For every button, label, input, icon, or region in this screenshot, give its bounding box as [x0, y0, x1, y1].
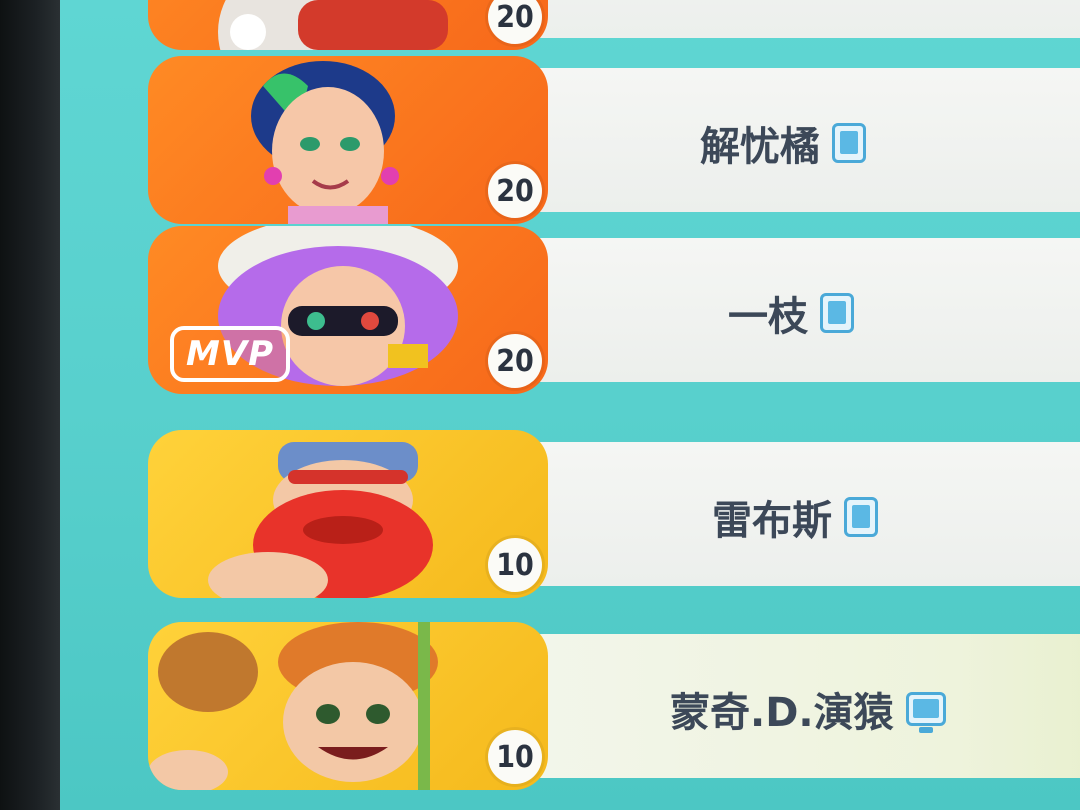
- player-name-text: 雷布斯: [712, 498, 832, 544]
- player-name-text: 一枝: [728, 294, 808, 340]
- level-badge: 10: [488, 538, 542, 592]
- player-row[interactable]: 20 执念 34: [60, 0, 1080, 50]
- player-name: 雷布斯: [712, 488, 878, 546]
- mvp-badge: MVP: [170, 326, 291, 382]
- player-row[interactable]: 10 蒙奇.D.演猿: [60, 622, 1080, 790]
- hero-avatar[interactable]: MVP 20: [148, 226, 548, 394]
- player-card: [480, 0, 1080, 38]
- phone-icon: [844, 497, 878, 537]
- player-name-text: 解忧橘: [700, 124, 820, 170]
- player-row[interactable]: 20 解忧橘 3: [60, 56, 1080, 224]
- white-hair-hero-icon: [218, 0, 448, 50]
- player-name-text: 蒙奇.D.演猿: [670, 690, 894, 736]
- player-row[interactable]: MVP 20 一枝: [60, 226, 1080, 394]
- red-beard-dwarf-hero-icon: [208, 442, 433, 598]
- player-row[interactable]: 10 雷布斯: [60, 430, 1080, 598]
- hero-avatar[interactable]: 10: [148, 622, 548, 790]
- phone-icon: [832, 123, 866, 163]
- player-name: 蒙奇.D.演猿: [670, 680, 946, 738]
- monitor-icon: [905, 692, 946, 733]
- scoreboard-screen: 20 执念 34 20 解忧橘: [60, 0, 1080, 810]
- player-name: 解忧橘: [700, 114, 866, 172]
- hero-avatar[interactable]: 20: [148, 0, 548, 50]
- level-badge: 20: [488, 164, 542, 218]
- blue-hair-girl-hero-icon: [251, 61, 399, 224]
- level-badge: 10: [488, 730, 542, 784]
- player-name: 一枝: [728, 284, 854, 342]
- device-bezel: [0, 0, 60, 810]
- hero-avatar[interactable]: 20: [148, 56, 548, 224]
- hero-avatar[interactable]: 10: [148, 430, 548, 598]
- level-badge: 20: [488, 334, 542, 388]
- phone-icon: [820, 293, 854, 333]
- monkey-girl-hero-icon: [148, 622, 438, 790]
